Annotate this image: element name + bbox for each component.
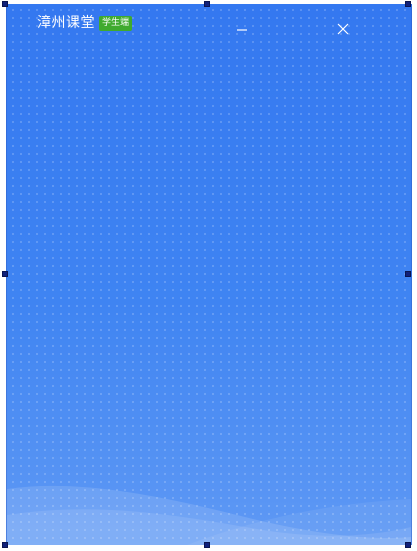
minimize-icon: [237, 29, 247, 31]
resize-handle-bottom[interactable]: [204, 542, 210, 548]
resize-handle-right[interactable]: [405, 271, 411, 277]
resize-handle-top-left[interactable]: [2, 1, 8, 7]
resize-handle-top[interactable]: [204, 1, 210, 7]
resize-handle-bottom-left[interactable]: [2, 542, 8, 548]
minimize-button[interactable]: [231, 18, 253, 40]
wave-decoration: [7, 485, 411, 545]
close-button[interactable]: [332, 18, 354, 40]
resize-handle-top-right[interactable]: [405, 1, 411, 7]
resize-handle-left[interactable]: [2, 271, 8, 277]
screenshot-stage: 漳州课堂 学生端: [0, 0, 417, 551]
app-title: 漳州课堂: [37, 15, 95, 31]
resize-handle-bottom-right[interactable]: [405, 542, 411, 548]
title-bar: 漳州课堂 学生端: [7, 4, 411, 48]
app-window: 漳州课堂 学生端: [6, 4, 412, 545]
close-icon: [337, 23, 349, 35]
app-brand: 漳州课堂 学生端: [37, 14, 133, 32]
dot-pattern-background: [7, 4, 411, 545]
client-type-badge: 学生端: [99, 15, 133, 31]
